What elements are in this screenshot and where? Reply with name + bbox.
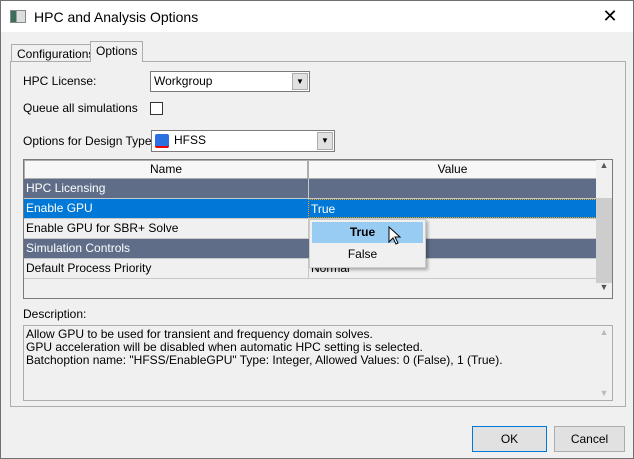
value-dropdown: True False — [309, 219, 426, 268]
hpc-license-label: HPC License: — [23, 74, 97, 88]
row-name: Enable GPU for SBR+ Solve — [26, 221, 179, 235]
design-type-label: Options for Design Type: — [23, 134, 155, 148]
column-header-value[interactable]: Value — [308, 160, 597, 179]
dropdown-option-false[interactable]: False — [312, 244, 423, 265]
grid-row[interactable]: HPC Licensing — [24, 179, 597, 199]
dropdown-option-true[interactable]: True — [312, 222, 423, 243]
queue-label: Queue all simulations — [23, 101, 138, 115]
cancel-button[interactable]: Cancel — [554, 426, 625, 452]
close-button[interactable]: ✕ — [595, 5, 625, 27]
dialog-window: HPC and Analysis Options ✕ Configuration… — [0, 0, 634, 459]
app-icon — [10, 10, 26, 23]
scroll-down-icon[interactable]: ▼ — [596, 282, 612, 298]
hpc-license-select[interactable]: Workgroup ▼ — [150, 71, 310, 92]
description-scrollbar[interactable]: ▲ ▼ — [596, 326, 612, 400]
mouse-cursor-icon — [388, 226, 402, 245]
window-title: HPC and Analysis Options — [34, 9, 199, 25]
queue-checkbox[interactable] — [150, 102, 163, 115]
row-value — [308, 179, 597, 198]
design-type-select[interactable]: HFSS ▼ — [151, 130, 335, 152]
tab-configurations[interactable]: Configurations — [11, 44, 101, 62]
hpc-license-value: Workgroup — [154, 74, 213, 88]
row-name: Simulation Controls — [26, 241, 131, 255]
description-line: Batchoption name: "HFSS/EnableGPU" Type:… — [26, 353, 503, 367]
row-name: Default Process Priority — [26, 261, 152, 275]
design-type-value: HFSS — [174, 133, 207, 147]
hfss-icon — [155, 134, 169, 148]
chevron-down-icon[interactable]: ▼ — [292, 73, 308, 90]
ok-button[interactable]: OK — [472, 426, 547, 452]
scroll-thumb[interactable] — [596, 198, 612, 283]
column-header-name[interactable]: Name — [24, 160, 308, 179]
description-box: Allow GPU to be used for transient and f… — [23, 325, 613, 401]
grid-row[interactable]: Enable GPU True — [24, 199, 597, 219]
row-value[interactable]: True — [308, 199, 597, 218]
scroll-up-icon[interactable]: ▲ — [596, 160, 612, 176]
grid-scrollbar[interactable]: ▲ ▼ — [596, 160, 612, 298]
row-name: Enable GPU — [26, 201, 93, 215]
tab-options[interactable]: Options — [90, 41, 144, 62]
title-bar: HPC and Analysis Options ✕ — [1, 1, 633, 32]
description-label: Description: — [23, 307, 87, 321]
chevron-down-icon[interactable]: ▼ — [317, 132, 333, 150]
row-name: HPC Licensing — [26, 181, 106, 195]
